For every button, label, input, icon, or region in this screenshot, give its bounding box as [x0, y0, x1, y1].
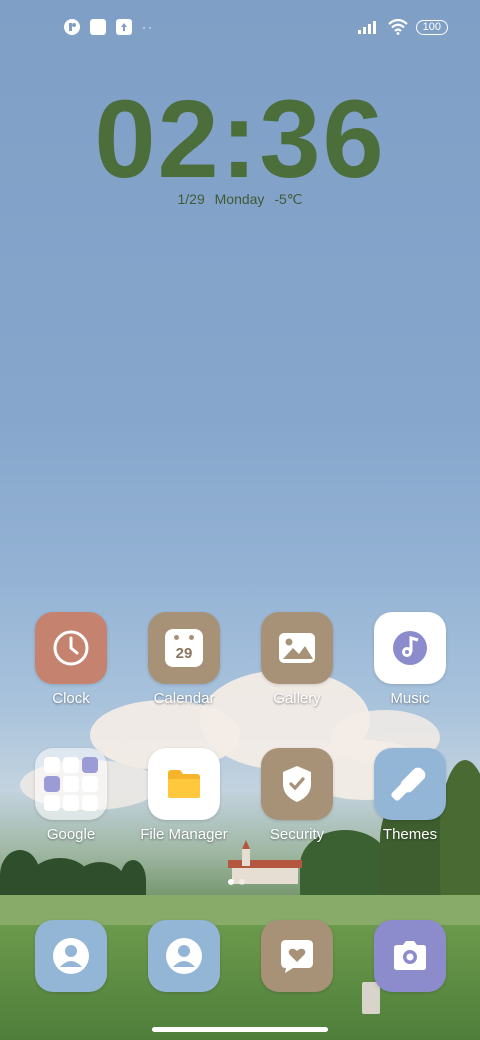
- signal-icon: [357, 21, 376, 34]
- app-label: Security: [269, 826, 325, 843]
- status-bar: ·· 100: [0, 16, 480, 40]
- wifi-icon: [387, 19, 408, 35]
- square-notification-icon: [90, 19, 106, 35]
- app-label: Calendar: [153, 690, 215, 707]
- system-icons: 100: [357, 19, 448, 35]
- clock-icon: [35, 612, 107, 684]
- dock-app-contacts[interactable]: [15, 920, 127, 992]
- clock-widget-time[interactable]: 02:36: [0, 80, 480, 200]
- more-notifications-indicator: ··: [142, 20, 154, 34]
- upload-notification-icon: [116, 19, 132, 35]
- wallpaper-church-roof: [228, 860, 302, 868]
- wallpaper-tree: [120, 860, 146, 900]
- dock-app-contacts-2[interactable]: [128, 920, 240, 992]
- gallery-icon: [261, 612, 333, 684]
- contacts-icon: [35, 920, 107, 992]
- app-label: Music: [390, 690, 430, 707]
- page-dot-active: [228, 879, 234, 885]
- battery-icon: 100: [415, 19, 448, 35]
- weather-temperature: -5℃: [274, 191, 303, 207]
- date-text: 1/29: [177, 191, 205, 207]
- messages-icon: [261, 920, 333, 992]
- app-label: File Manager: [140, 826, 228, 843]
- wallpaper-church-tower: [242, 848, 250, 866]
- calendar-day: 29: [175, 645, 193, 662]
- page-indicator: [228, 879, 245, 885]
- shield-icon: [261, 748, 333, 820]
- dock-app-messages[interactable]: [241, 920, 353, 992]
- folder-icon: [35, 748, 107, 820]
- app-calendar[interactable]: 29 Calendar: [128, 612, 240, 707]
- notification-icons: ··: [64, 19, 154, 35]
- camera-icon: [374, 920, 446, 992]
- app-label: Google: [46, 826, 96, 843]
- dock-app-camera[interactable]: [354, 920, 466, 992]
- app-clock[interactable]: Clock: [15, 612, 127, 707]
- app-music[interactable]: Music: [354, 612, 466, 707]
- app-themes[interactable]: Themes: [354, 748, 466, 843]
- themes-icon: [374, 748, 446, 820]
- contacts-icon: [148, 920, 220, 992]
- home-screen: ·· 100 02:36 1/29 Monday -5℃ Clock 29 Ca…: [0, 0, 480, 1040]
- music-icon: [374, 612, 446, 684]
- app-label: Themes: [382, 826, 438, 843]
- home-gesture-bar[interactable]: [152, 1027, 328, 1032]
- clock-widget-date[interactable]: 1/29 Monday -5℃: [0, 191, 480, 208]
- calendar-icon: 29: [148, 612, 220, 684]
- app-file-manager[interactable]: File Manager: [128, 748, 240, 843]
- app-gallery[interactable]: Gallery: [241, 612, 353, 707]
- app-notification-icon: [64, 19, 80, 35]
- file-manager-icon: [148, 748, 220, 820]
- app-label: Clock: [52, 690, 90, 707]
- app-security[interactable]: Security: [241, 748, 353, 843]
- page-dot: [239, 879, 245, 885]
- folder-google[interactable]: Google: [15, 748, 127, 843]
- app-label: Gallery: [273, 690, 321, 707]
- weekday-text: Monday: [214, 191, 265, 207]
